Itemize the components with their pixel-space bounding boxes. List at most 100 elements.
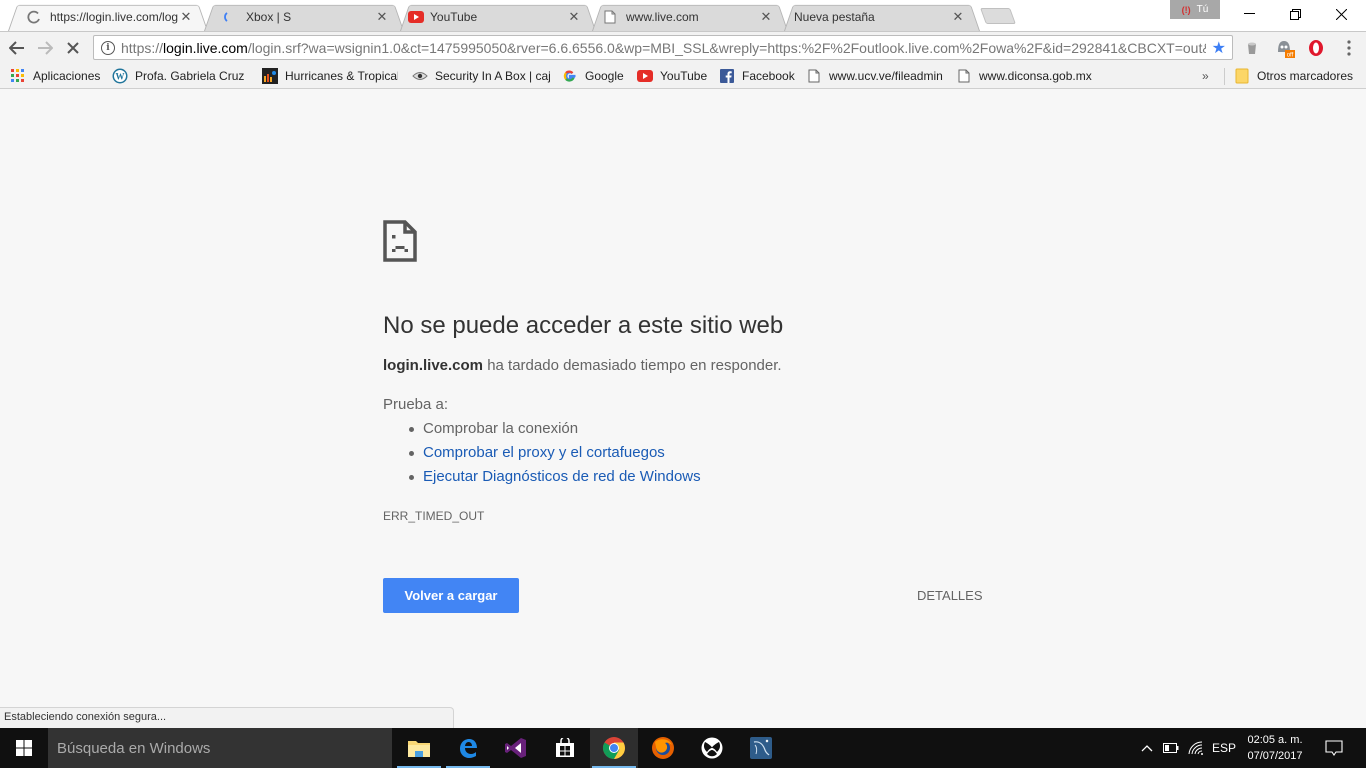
store-icon [556, 738, 574, 757]
tab-xbox[interactable]: Xbox | S ✕ [204, 2, 404, 31]
reload-button[interactable]: Volver a cargar [383, 578, 519, 613]
bookmark-diconsa[interactable]: www.diconsa.gob.mx [956, 67, 1094, 85]
show-hidden-icons-button[interactable] [1136, 728, 1158, 768]
suggestions-label: Prueba a: [383, 396, 449, 413]
error-summary: login.live.com ha tardado demasiado tiem… [383, 357, 782, 374]
wifi-icon[interactable] [1185, 728, 1207, 768]
youtube-icon [637, 68, 653, 84]
suggestion-check-connection: Comprobar la conexión [409, 419, 701, 443]
bookmark-google[interactable]: Google [562, 67, 624, 85]
menu-kebab-icon[interactable] [1339, 38, 1359, 58]
start-button[interactable] [0, 728, 48, 768]
loading-spinner-icon [222, 9, 238, 25]
extension-ghost-icon[interactable]: off [1275, 38, 1295, 58]
title-bar: https://login.live.com/log ✕ Xbox | S ✕ … [0, 0, 1366, 31]
suggestions-list: Comprobar la conexión Comprobar el proxy… [409, 419, 701, 491]
tab-title: Nueva pestaña [794, 9, 875, 24]
taskbar-visual-studio[interactable] [492, 728, 540, 768]
profile-button[interactable]: (!) Tú [1170, 0, 1220, 19]
tab-close-button[interactable]: ✕ [758, 9, 774, 25]
new-tab-button[interactable] [980, 8, 1016, 24]
address-url: https://login.live.com/login.srf?wa=wsig… [121, 39, 1206, 56]
profile-name: Tú [1196, 4, 1209, 15]
tab-new-tab[interactable]: Nueva pestaña ✕ [784, 2, 980, 31]
sync-error-icon: (!) [1181, 4, 1191, 15]
folder-icon [408, 741, 430, 757]
clock-time: 02:05 a. m. [1247, 734, 1303, 746]
close-window-button[interactable] [1318, 0, 1364, 28]
tab-youtube[interactable]: YouTube ✕ [400, 2, 596, 31]
eye-icon [412, 68, 428, 84]
tab-strip: https://login.live.com/log ✕ Xbox | S ✕ … [0, 0, 1366, 31]
bookmark-profa-gabriela[interactable]: W Profa. Gabriela Cruz M [112, 67, 244, 85]
other-bookmarks-folder[interactable]: Otros marcadores [1234, 67, 1353, 85]
windows-taskbar: Búsqueda en Windows ESP 02:05 a. m. 07/0… [0, 728, 1366, 768]
details-button[interactable]: DETALLES [917, 588, 983, 603]
wordpress-icon: W [112, 68, 128, 84]
bookmark-ucv[interactable]: www.ucv.ve/fileadmin [806, 67, 944, 85]
bookmark-security-in-a-box[interactable]: Security In A Box | caj [412, 67, 550, 85]
error-host: login.live.com [383, 357, 484, 374]
bookmark-facebook[interactable]: Facebook [719, 67, 795, 85]
tab-close-button[interactable]: ✕ [566, 9, 582, 25]
forward-button[interactable] [34, 37, 56, 59]
tab-title: YouTube [430, 9, 478, 24]
taskbar-chrome[interactable] [590, 728, 638, 768]
bookmark-youtube[interactable]: YouTube [637, 67, 707, 85]
site-info-icon[interactable]: i [101, 40, 115, 55]
taskbar-store[interactable] [541, 728, 589, 768]
edge-icon [460, 739, 477, 758]
page-icon [956, 68, 972, 84]
error-code: ERR_TIMED_OUT [383, 509, 485, 523]
mysql-workbench-icon [750, 737, 772, 759]
action-center-button[interactable] [1320, 728, 1348, 768]
suggestion-check-proxy-link[interactable]: Comprobar el proxy y el cortafuegos [409, 443, 701, 467]
battery-icon[interactable] [1160, 728, 1182, 768]
bookmarks-overflow-button[interactable]: » [1202, 67, 1209, 85]
tab-title: Xbox | S [246, 9, 292, 24]
wunderground-icon [262, 68, 278, 84]
bookmark-apps[interactable]: Aplicaciones [10, 67, 100, 85]
minimize-button[interactable] [1226, 0, 1272, 28]
taskbar-firefox[interactable] [639, 728, 687, 768]
opera-vpn-icon[interactable] [1306, 38, 1326, 58]
restore-button[interactable] [1272, 0, 1318, 28]
stop-loading-button[interactable] [62, 37, 84, 59]
tab-login-live[interactable]: https://login.live.com/log ✕ [8, 2, 208, 31]
xbox-icon [701, 737, 723, 759]
firefox-icon [652, 737, 674, 759]
error-panel: No se puede acceder a este sitio web log… [383, 220, 983, 523]
tab-close-button[interactable]: ✕ [178, 9, 194, 25]
folder-icon [1234, 68, 1250, 84]
back-button[interactable] [6, 37, 28, 59]
tab-close-button[interactable]: ✕ [374, 9, 390, 25]
sad-page-icon [383, 220, 417, 262]
loading-spinner-icon [26, 9, 42, 25]
tab-title: https://login.live.com/log [50, 9, 178, 24]
taskbar-edge[interactable] [444, 728, 492, 768]
tab-close-button[interactable]: ✕ [950, 9, 966, 25]
suggestion-run-diagnostics-link[interactable]: Ejecutar Diagnósticos de red de Windows [409, 467, 701, 491]
windows-search-box[interactable]: Búsqueda en Windows [48, 728, 392, 768]
visual-studio-icon [505, 738, 526, 758]
taskbar-file-explorer[interactable] [395, 728, 443, 768]
bookmark-hurricanes[interactable]: Hurricanes & Tropical [262, 67, 398, 85]
bookmark-star-icon[interactable]: ★ [1212, 38, 1226, 58]
extension-cup-icon[interactable] [1242, 38, 1262, 58]
facebook-icon [719, 68, 735, 84]
tab-live-com[interactable]: www.live.com ✕ [592, 2, 788, 31]
google-icon [562, 68, 578, 84]
svg-text:off: off [1287, 53, 1294, 59]
svg-text:W: W [116, 72, 125, 82]
taskbar-xbox[interactable] [688, 728, 736, 768]
language-indicator[interactable]: ESP [1210, 728, 1238, 768]
youtube-icon [408, 9, 424, 25]
browser-toolbar: i https://login.live.com/login.srf?wa=ws… [0, 31, 1366, 63]
page-icon [806, 68, 822, 84]
taskbar-mysql-workbench[interactable] [737, 728, 785, 768]
address-bar[interactable]: i https://login.live.com/login.srf?wa=ws… [93, 35, 1233, 60]
apps-grid-icon [10, 68, 26, 84]
status-bubble: Estableciendo conexión segura... [0, 707, 454, 728]
notification-icon [1325, 740, 1343, 756]
system-clock[interactable]: 02:05 a. m. 07/07/2017 [1240, 732, 1310, 764]
